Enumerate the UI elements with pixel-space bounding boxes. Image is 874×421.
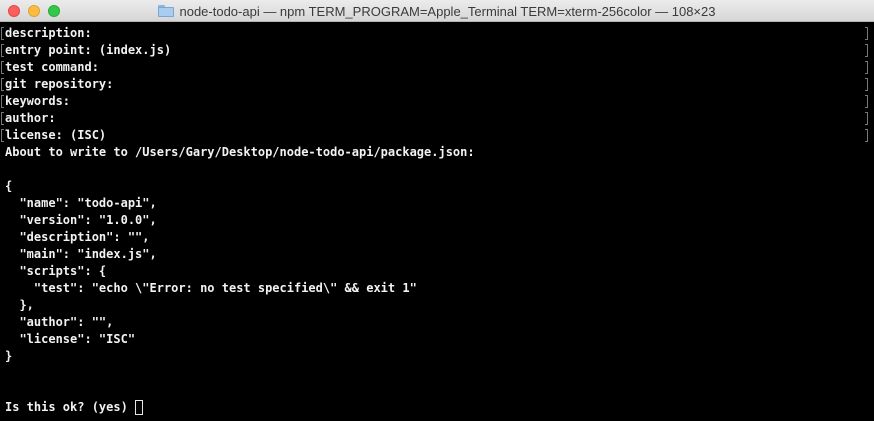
window-title: node-todo-api — npm TERM_PROGRAM=Apple_T… <box>179 3 716 19</box>
line-mark-right <box>865 112 868 125</box>
title-bar[interactable]: node-todo-api — npm TERM_PROGRAM=Apple_T… <box>0 0 874 22</box>
terminal-line: "test": "echo \"Error: no test specified… <box>5 281 417 295</box>
terminal-line: "description": "", <box>5 230 150 244</box>
terminal-line: "main": "index.js", <box>5 247 157 261</box>
text-cursor <box>134 400 143 415</box>
terminal-line: entry point: (index.js) <box>5 43 172 57</box>
terminal-lines: description: entry point: (index.js) test … <box>5 25 874 399</box>
line-mark-left <box>1 129 4 142</box>
terminal-line: About to write to /Users/Gary/Desktop/no… <box>5 145 475 159</box>
terminal-line: test command: <box>5 60 99 74</box>
terminal-line: description: <box>5 26 92 40</box>
line-mark-left <box>1 61 4 74</box>
terminal-line: keywords: <box>5 94 71 108</box>
terminal-line: } <box>5 349 13 363</box>
terminal-output[interactable]: description: entry point: (index.js) test … <box>0 22 874 421</box>
line-mark-left <box>1 95 4 108</box>
terminal-line: author: <box>5 111 56 125</box>
line-mark-left <box>1 112 4 125</box>
line-mark-right <box>865 61 868 74</box>
line-mark-right <box>865 78 868 91</box>
window-title-container: node-todo-api — npm TERM_PROGRAM=Apple_T… <box>0 0 874 22</box>
terminal-line: license: (ISC) <box>5 128 107 142</box>
line-mark-right <box>865 95 868 108</box>
folder-icon <box>158 5 175 17</box>
terminal-line: "version": "1.0.0", <box>5 213 157 227</box>
terminal-line: git repository: <box>5 77 114 91</box>
line-mark-right <box>865 27 868 40</box>
terminal-line: }, <box>5 298 34 312</box>
terminal-window: node-todo-api — npm TERM_PROGRAM=Apple_T… <box>0 0 874 421</box>
terminal-line: "license": "ISC" <box>5 332 136 346</box>
line-mark-left <box>1 27 4 40</box>
line-mark-right <box>865 44 868 57</box>
terminal-line: "name": "todo-api", <box>5 196 157 210</box>
line-mark-right <box>865 129 868 142</box>
prompt-line: Is this ok? (yes) <box>5 399 874 416</box>
terminal-line: "author": "", <box>5 315 114 329</box>
line-mark-left <box>1 78 4 91</box>
terminal-line: "scripts": { <box>5 264 107 278</box>
line-mark-left <box>1 44 4 57</box>
terminal-line: { <box>5 179 13 193</box>
prompt-text: Is this ok? (yes) <box>5 400 128 414</box>
